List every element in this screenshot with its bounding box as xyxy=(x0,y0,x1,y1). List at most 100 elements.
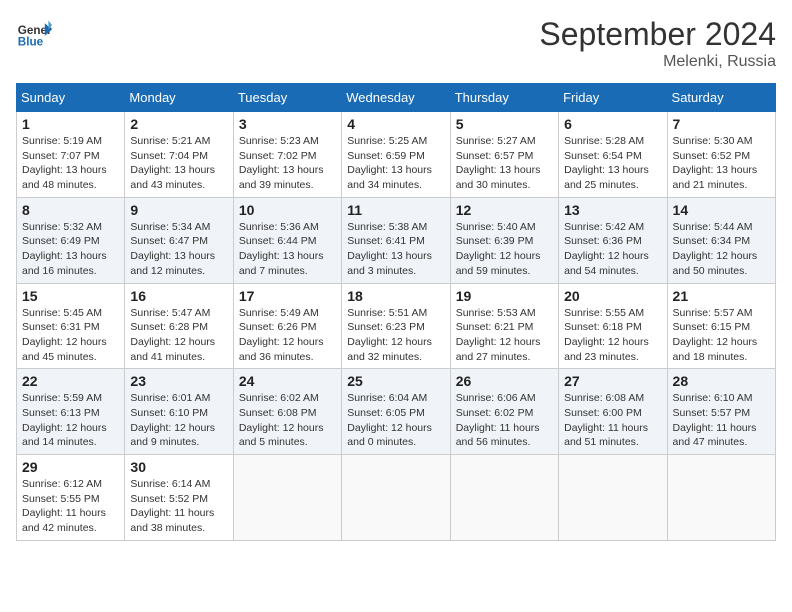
day-info: Sunrise: 5:47 AM Sunset: 6:28 PM Dayligh… xyxy=(130,306,227,365)
day-number: 30 xyxy=(130,459,227,475)
day-info: Sunrise: 6:01 AM Sunset: 6:10 PM Dayligh… xyxy=(130,391,227,450)
calendar-cell: 17 Sunrise: 5:49 AM Sunset: 6:26 PM Dayli… xyxy=(233,283,341,369)
day-number: 27 xyxy=(564,373,661,389)
calendar-cell: 13 Sunrise: 5:42 AM Sunset: 6:36 PM Dayli… xyxy=(559,197,667,283)
day-number: 21 xyxy=(673,288,770,304)
day-info: Sunrise: 6:10 AM Sunset: 5:57 PM Dayligh… xyxy=(673,391,770,450)
calendar-cell: 24Sunrise: 6:02 AM Sunset: 6:08 PM Dayli… xyxy=(233,369,341,455)
calendar-cell xyxy=(450,455,558,541)
day-info: Sunrise: 5:57 AM Sunset: 6:15 PM Dayligh… xyxy=(673,306,770,365)
day-number: 20 xyxy=(564,288,661,304)
day-info: Sunrise: 5:25 AM Sunset: 6:59 PM Dayligh… xyxy=(347,134,444,193)
calendar-table: SundayMondayTuesdayWednesdayThursdayFrid… xyxy=(16,83,776,541)
calendar-cell: 21 Sunrise: 5:57 AM Sunset: 6:15 PM Dayli… xyxy=(667,283,775,369)
calendar-cell: 12 Sunrise: 5:40 AM Sunset: 6:39 PM Dayli… xyxy=(450,197,558,283)
weekday-header-wednesday: Wednesday xyxy=(342,84,450,112)
day-number: 29 xyxy=(22,459,119,475)
day-number: 15 xyxy=(22,288,119,304)
calendar-cell: 20 Sunrise: 5:55 AM Sunset: 6:18 PM Dayli… xyxy=(559,283,667,369)
calendar-cell: 23 Sunrise: 6:01 AM Sunset: 6:10 PM Dayli… xyxy=(125,369,233,455)
day-info: Sunrise: 5:49 AM Sunset: 6:26 PM Dayligh… xyxy=(239,306,336,365)
calendar-cell xyxy=(342,455,450,541)
day-info: Sunrise: 5:28 AM Sunset: 6:54 PM Dayligh… xyxy=(564,134,661,193)
calendar-week-4: 22 Sunrise: 5:59 AM Sunset: 6:13 PM Dayli… xyxy=(17,369,776,455)
weekday-header-friday: Friday xyxy=(559,84,667,112)
day-info: Sunrise: 5:59 AM Sunset: 6:13 PM Dayligh… xyxy=(22,391,119,450)
day-info: Sunrise: 5:38 AM Sunset: 6:41 PM Dayligh… xyxy=(347,220,444,279)
day-info: Sunrise: 5:51 AM Sunset: 6:23 PM Dayligh… xyxy=(347,306,444,365)
day-number: 3 xyxy=(239,116,336,132)
calendar-cell: 3 Sunrise: 5:23 AM Sunset: 7:02 PM Daylig… xyxy=(233,112,341,198)
location: Melenki, Russia xyxy=(539,53,776,71)
calendar-cell: 4 Sunrise: 5:25 AM Sunset: 6:59 PM Daylig… xyxy=(342,112,450,198)
weekday-header-monday: Monday xyxy=(125,84,233,112)
calendar-week-1: 1 Sunrise: 5:19 AM Sunset: 7:07 PM Daylig… xyxy=(17,112,776,198)
day-info: Sunrise: 5:42 AM Sunset: 6:36 PM Dayligh… xyxy=(564,220,661,279)
calendar-cell: 22 Sunrise: 5:59 AM Sunset: 6:13 PM Dayli… xyxy=(17,369,125,455)
day-info: Sunrise: 6:06 AM Sunset: 6:02 PM Dayligh… xyxy=(456,391,553,450)
day-info: Sunrise: 6:14 AM Sunset: 5:52 PM Dayligh… xyxy=(130,477,227,536)
calendar-cell: 19Sunrise: 5:53 AM Sunset: 6:21 PM Dayli… xyxy=(450,283,558,369)
day-info: Sunrise: 6:02 AM Sunset: 6:08 PM Dayligh… xyxy=(239,391,336,450)
day-info: Sunrise: 5:21 AM Sunset: 7:04 PM Dayligh… xyxy=(130,134,227,193)
calendar-cell: 29Sunrise: 6:12 AM Sunset: 5:55 PM Dayli… xyxy=(17,455,125,541)
calendar-cell: 25 Sunrise: 6:04 AM Sunset: 6:05 PM Dayli… xyxy=(342,369,450,455)
day-info: Sunrise: 5:36 AM Sunset: 6:44 PM Dayligh… xyxy=(239,220,336,279)
day-number: 19 xyxy=(456,288,553,304)
calendar-week-5: 29Sunrise: 6:12 AM Sunset: 5:55 PM Dayli… xyxy=(17,455,776,541)
calendar-cell: 26Sunrise: 6:06 AM Sunset: 6:02 PM Dayli… xyxy=(450,369,558,455)
calendar-cell: 7 Sunrise: 5:30 AM Sunset: 6:52 PM Daylig… xyxy=(667,112,775,198)
calendar-cell: 28 Sunrise: 6:10 AM Sunset: 5:57 PM Dayli… xyxy=(667,369,775,455)
day-info: Sunrise: 5:32 AM Sunset: 6:49 PM Dayligh… xyxy=(22,220,119,279)
day-number: 8 xyxy=(22,202,119,218)
day-number: 16 xyxy=(130,288,227,304)
weekday-header-row: SundayMondayTuesdayWednesdayThursdayFrid… xyxy=(17,84,776,112)
day-info: Sunrise: 5:40 AM Sunset: 6:39 PM Dayligh… xyxy=(456,220,553,279)
day-number: 14 xyxy=(673,202,770,218)
weekday-header-thursday: Thursday xyxy=(450,84,558,112)
day-info: Sunrise: 6:04 AM Sunset: 6:05 PM Dayligh… xyxy=(347,391,444,450)
logo: General Blue xyxy=(16,16,52,52)
day-number: 17 xyxy=(239,288,336,304)
day-number: 9 xyxy=(130,202,227,218)
calendar-cell: 10 Sunrise: 5:36 AM Sunset: 6:44 PM Dayli… xyxy=(233,197,341,283)
calendar-cell: 1 Sunrise: 5:19 AM Sunset: 7:07 PM Daylig… xyxy=(17,112,125,198)
day-info: Sunrise: 5:19 AM Sunset: 7:07 PM Dayligh… xyxy=(22,134,119,193)
day-number: 23 xyxy=(130,373,227,389)
day-number: 28 xyxy=(673,373,770,389)
day-number: 4 xyxy=(347,116,444,132)
day-number: 11 xyxy=(347,202,444,218)
calendar-cell: 8 Sunrise: 5:32 AM Sunset: 6:49 PM Daylig… xyxy=(17,197,125,283)
title-block: September 2024 Melenki, Russia xyxy=(539,16,776,71)
svg-text:Blue: Blue xyxy=(18,36,44,49)
day-number: 5 xyxy=(456,116,553,132)
day-info: Sunrise: 5:55 AM Sunset: 6:18 PM Dayligh… xyxy=(564,306,661,365)
day-number: 2 xyxy=(130,116,227,132)
weekday-header-saturday: Saturday xyxy=(667,84,775,112)
day-info: Sunrise: 5:44 AM Sunset: 6:34 PM Dayligh… xyxy=(673,220,770,279)
calendar-cell: 6Sunrise: 5:28 AM Sunset: 6:54 PM Daylig… xyxy=(559,112,667,198)
day-number: 25 xyxy=(347,373,444,389)
day-info: Sunrise: 5:45 AM Sunset: 6:31 PM Dayligh… xyxy=(22,306,119,365)
calendar-week-2: 8 Sunrise: 5:32 AM Sunset: 6:49 PM Daylig… xyxy=(17,197,776,283)
day-number: 18 xyxy=(347,288,444,304)
day-info: Sunrise: 5:23 AM Sunset: 7:02 PM Dayligh… xyxy=(239,134,336,193)
day-number: 1 xyxy=(22,116,119,132)
calendar-cell: 2 Sunrise: 5:21 AM Sunset: 7:04 PM Daylig… xyxy=(125,112,233,198)
day-info: Sunrise: 5:34 AM Sunset: 6:47 PM Dayligh… xyxy=(130,220,227,279)
month-title: September 2024 xyxy=(539,16,776,53)
calendar-week-3: 15 Sunrise: 5:45 AM Sunset: 6:31 PM Dayli… xyxy=(17,283,776,369)
calendar-cell: 15 Sunrise: 5:45 AM Sunset: 6:31 PM Dayli… xyxy=(17,283,125,369)
day-number: 13 xyxy=(564,202,661,218)
calendar-cell: 30 Sunrise: 6:14 AM Sunset: 5:52 PM Dayli… xyxy=(125,455,233,541)
calendar-cell: 5 Sunrise: 5:27 AM Sunset: 6:57 PM Daylig… xyxy=(450,112,558,198)
calendar-cell: 27Sunrise: 6:08 AM Sunset: 6:00 PM Dayli… xyxy=(559,369,667,455)
day-info: Sunrise: 5:27 AM Sunset: 6:57 PM Dayligh… xyxy=(456,134,553,193)
day-info: Sunrise: 5:30 AM Sunset: 6:52 PM Dayligh… xyxy=(673,134,770,193)
day-number: 22 xyxy=(22,373,119,389)
day-number: 7 xyxy=(673,116,770,132)
day-number: 10 xyxy=(239,202,336,218)
calendar-cell xyxy=(559,455,667,541)
calendar-cell xyxy=(233,455,341,541)
day-number: 12 xyxy=(456,202,553,218)
